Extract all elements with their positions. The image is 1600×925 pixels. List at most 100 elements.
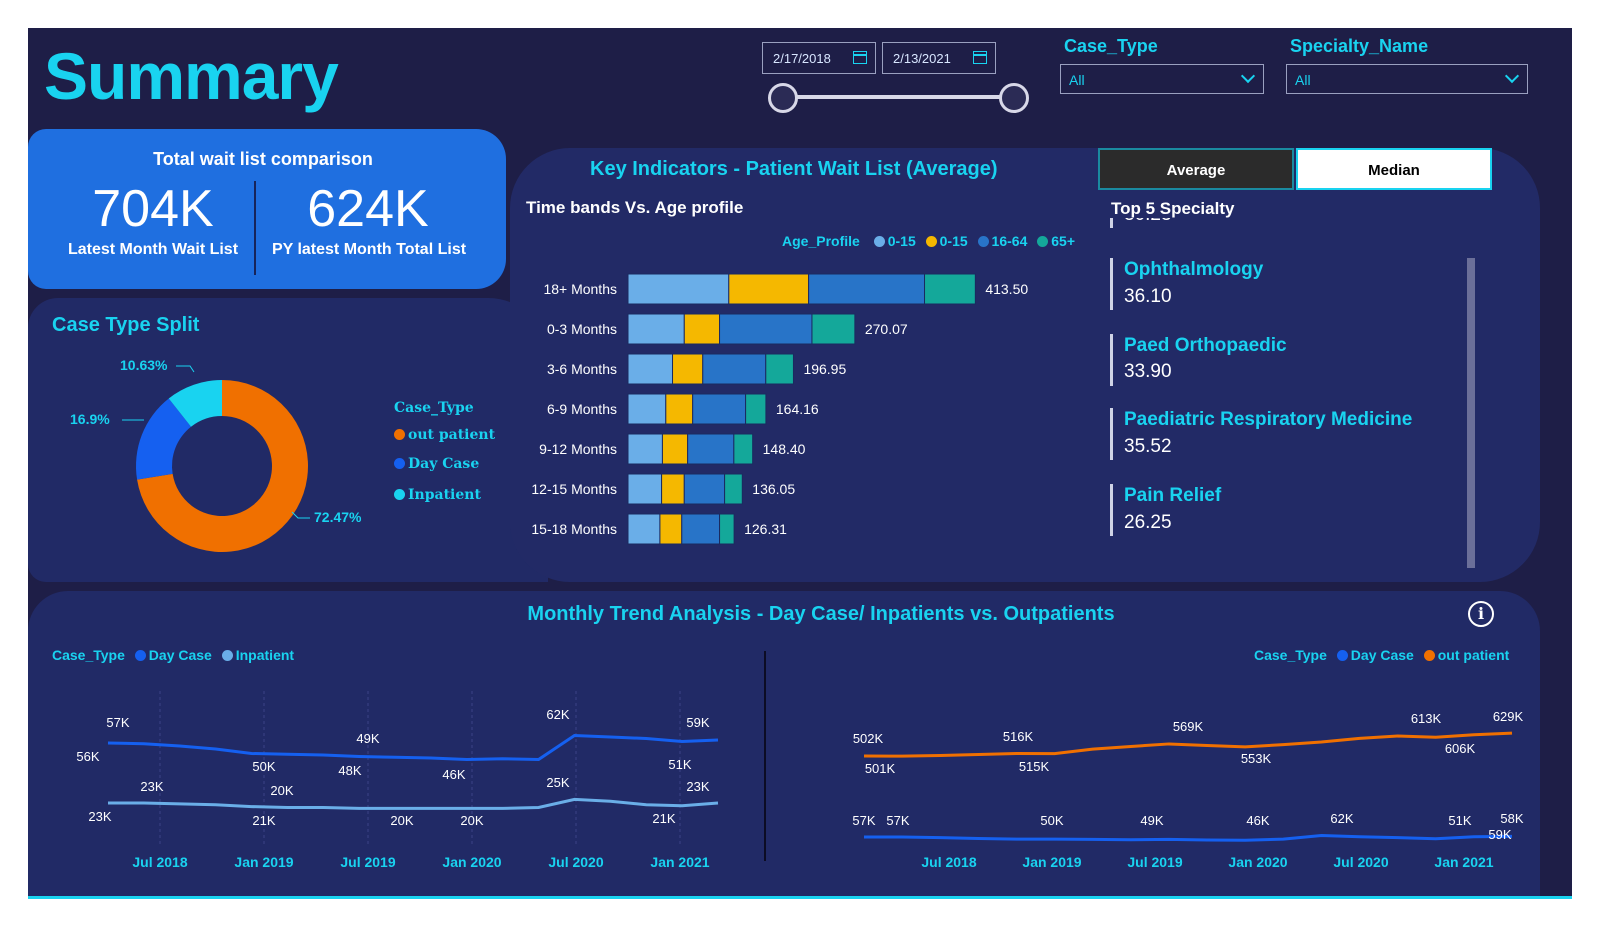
date-range-start-handle[interactable] [768, 83, 798, 113]
trend-divider [764, 651, 766, 861]
bar-segment [627, 313, 685, 345]
chevron-down-icon [1240, 68, 1256, 84]
bar-segment [702, 353, 767, 385]
bar-total-label: 270.07 [865, 321, 908, 337]
data-label: 50K [1040, 813, 1063, 828]
legend-item-out-patient[interactable]: out patient [394, 427, 495, 443]
bar-segment [627, 273, 730, 305]
specialty-accent-bar [1110, 218, 1113, 228]
py-month-value: 624K [307, 180, 429, 238]
total-wait-list-card: Total wait list comparison 704K Latest M… [28, 129, 506, 289]
monthly-trend-title: Monthly Trend Analysis - Day Case/ Inpat… [527, 603, 1115, 625]
bar-total-label: 164.16 [776, 401, 819, 417]
bar-segment [627, 513, 661, 545]
date-range-slider-track[interactable] [783, 95, 1013, 99]
specialty-value: 36.10 [1124, 286, 1172, 307]
legend-item-0-15-b[interactable]: 0-15 [940, 233, 968, 249]
left-trend-line-chart[interactable]: Jul 2018 Jan 2019 Jul 2019 Jan 2020 Jul 2020… [48, 671, 728, 891]
legend-item-16-64[interactable]: 16-64 [992, 233, 1028, 249]
dashboard: Summary 2/17/2018 2/13/2021 Case_Type Al… [28, 28, 1572, 898]
specialty-value: 30.23 [1124, 218, 1172, 226]
legend-item-65-plus[interactable]: 65+ [1051, 233, 1075, 249]
latest-month-value: 704K [92, 180, 214, 238]
right-legend-title: Case_Type [1254, 647, 1327, 663]
left-trend-legend: Case_Type Day Case Inpatient [52, 647, 294, 663]
case-type-dropdown[interactable]: All [1060, 64, 1264, 94]
bar-segment [665, 393, 694, 425]
end-date-value: 2/13/2021 [893, 51, 951, 66]
out-patient-dot-icon [394, 429, 405, 440]
legend-item-0-15[interactable]: 0-15 [888, 233, 916, 249]
calendar-icon[interactable] [973, 51, 987, 64]
bar-category-label: 3-6 Months [547, 361, 617, 377]
specialty-value: 33.90 [1124, 361, 1172, 382]
specialty-name[interactable]: Ophthalmology [1124, 259, 1263, 281]
specialty-accent-bar [1110, 408, 1113, 460]
data-label: 21K [252, 813, 275, 828]
specialty-accent-bar [1110, 334, 1113, 386]
data-label: 23K [88, 809, 111, 824]
info-icon[interactable]: i [1468, 601, 1494, 627]
median-toggle-button[interactable]: Median [1296, 148, 1492, 190]
start-date-value: 2/17/2018 [773, 51, 831, 66]
age-0-15-b-dot-icon [925, 236, 937, 247]
date-range-end-handle[interactable] [999, 83, 1029, 113]
bar-total-label: 413.50 [985, 281, 1028, 297]
age-65-plus-dot-icon [1037, 236, 1049, 247]
top5-scrollbar[interactable] [1467, 258, 1475, 568]
right-trend-line-chart[interactable]: Jul 2018 Jan 2019 Jul 2019 Jan 2020 Jul 2020… [808, 671, 1528, 891]
time-bands-bar-chart[interactable]: 18+ Months 413.50 0-3 Months 270.07 3-6 Mont… [510, 268, 1090, 568]
trend-line-inpatient [108, 797, 719, 810]
case-type-split-card: Case Type Split 10.63% 16.9% 72.47% Case_T… [28, 298, 548, 582]
calendar-icon[interactable] [853, 51, 867, 64]
bar-segment [808, 273, 926, 305]
bar-segment [627, 473, 663, 505]
x-tick-label: Jan 2021 [650, 854, 709, 870]
bar-segment [692, 393, 747, 425]
data-label: 23K [140, 779, 163, 794]
legend-item-inpatient[interactable]: Inpatient [236, 647, 294, 663]
key-indicators-title: Key Indicators - Patient Wait List (Aver… [590, 158, 998, 180]
bar-category-label: 15-18 Months [531, 521, 617, 537]
specialty-name[interactable]: Pain Relief [1124, 485, 1221, 507]
bar-category-label: 9-12 Months [539, 441, 617, 457]
data-label: 629K [1493, 709, 1524, 724]
legend-item-out-patient[interactable]: out patient [1438, 647, 1510, 663]
bar-total-label: 136.05 [752, 481, 795, 497]
data-label: 59K [1488, 827, 1511, 842]
specialty-name[interactable]: Paediatric Respiratory Medicine [1124, 409, 1412, 431]
case-type-donut-chart[interactable]: 10.63% 16.9% 72.47% [58, 338, 418, 578]
age-16-64-dot-icon [977, 236, 989, 247]
legend-item-day-case[interactable]: Day Case [394, 456, 479, 472]
data-label: 606K [1445, 741, 1476, 756]
specialty-accent-bar [1110, 258, 1113, 310]
specialty-filter-label: Specialty_Name [1290, 36, 1429, 56]
average-toggle-button[interactable]: Average [1098, 148, 1294, 190]
x-tick-label: Jan 2020 [442, 854, 501, 870]
data-label: 57K [852, 813, 875, 828]
x-tick-label: Jul 2018 [921, 854, 976, 870]
top5-partial-row: 30.23 [1110, 218, 1470, 228]
bar-segment [681, 513, 721, 545]
start-date-input[interactable]: 2/17/2018 [762, 42, 876, 74]
x-tick-label: Jul 2019 [1127, 854, 1182, 870]
data-label: 50K [252, 759, 275, 774]
bottom-accent-line [28, 896, 1572, 899]
specialty-dropdown[interactable]: All [1286, 64, 1528, 94]
specialty-name[interactable]: Paed Orthopaedic [1124, 335, 1287, 357]
page-title: Summary [44, 39, 339, 113]
legend-item-day-case[interactable]: Day Case [149, 647, 212, 663]
bar-total-label: 126.31 [744, 521, 787, 537]
legend-item-day-case[interactable]: Day Case [1351, 647, 1414, 663]
data-label: 25K [546, 775, 569, 790]
legend-label: Day Case [408, 456, 480, 472]
left-legend-title: Case_Type [52, 647, 125, 663]
legend-item-inpatient[interactable]: Inpatient [394, 487, 481, 503]
day-case-dot-icon [1336, 650, 1348, 661]
bar-segment [728, 273, 810, 305]
latest-month-label: Latest Month Wait List [67, 241, 239, 258]
end-date-input[interactable]: 2/13/2021 [882, 42, 996, 74]
bar-segment [627, 393, 667, 425]
bar-total-label: 148.40 [763, 441, 806, 457]
specialty-value: 35.52 [1124, 436, 1172, 457]
